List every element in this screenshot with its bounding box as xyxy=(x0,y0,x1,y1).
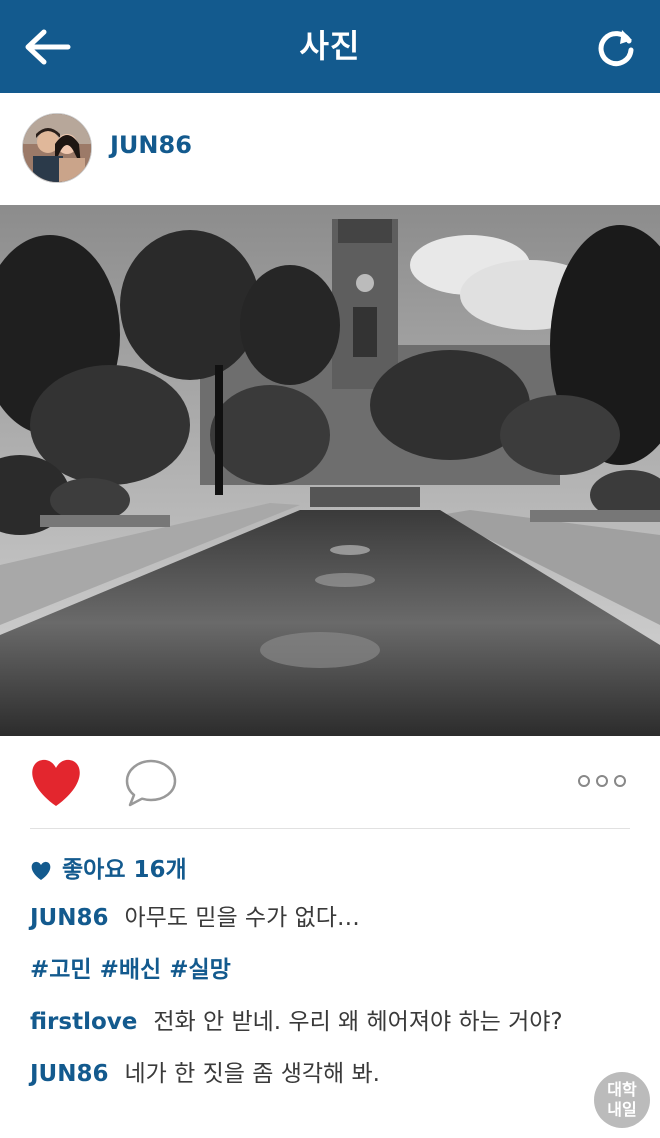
likes-count[interactable]: 좋아요 16개 xyxy=(30,853,187,887)
comment-username[interactable]: JUN86 xyxy=(30,1061,109,1087)
heart-icon[interactable] xyxy=(28,758,84,808)
refresh-icon[interactable] xyxy=(596,26,638,68)
watermark-logo: 대학 내일 xyxy=(594,1072,650,1128)
avatar[interactable] xyxy=(22,113,92,183)
comment-text: 네가 한 짓을 좀 생각해 봐. xyxy=(124,1061,380,1087)
comment-icon[interactable] xyxy=(124,758,178,808)
post-username[interactable]: JUN86 xyxy=(110,131,192,159)
comment-row: firstlove 전화 안 받네. 우리 왜 헤어져야 하는 거야? xyxy=(30,1004,563,1040)
caption-username[interactable]: JUN86 xyxy=(30,905,109,931)
hashtags: #고민 #배신 #실망 xyxy=(30,952,239,988)
caption: JUN86 아무도 믿을 수가 없다… xyxy=(30,900,360,936)
small-heart-icon xyxy=(31,861,51,880)
page-title: 사진 xyxy=(299,27,361,65)
more-options-icon[interactable] xyxy=(574,770,630,792)
top-bar: 사진 xyxy=(0,0,660,93)
caption-text: 아무도 믿을 수가 없다… xyxy=(124,905,360,931)
hashtag[interactable]: #고민 xyxy=(30,957,92,983)
hashtag[interactable]: #실망 xyxy=(169,957,231,983)
comment-row: JUN86 네가 한 짓을 좀 생각해 봐. xyxy=(30,1056,380,1092)
comment-text: 전화 안 받네. 우리 왜 헤어져야 하는 거야? xyxy=(153,1009,563,1035)
divider xyxy=(30,828,630,829)
hashtag[interactable]: #배신 xyxy=(100,957,162,983)
comment-username[interactable]: firstlove xyxy=(30,1009,137,1035)
likes-label: 좋아요 16개 xyxy=(62,857,187,883)
post-header: JUN86 xyxy=(0,93,660,205)
post-photo xyxy=(0,205,660,736)
action-bar xyxy=(0,736,660,828)
